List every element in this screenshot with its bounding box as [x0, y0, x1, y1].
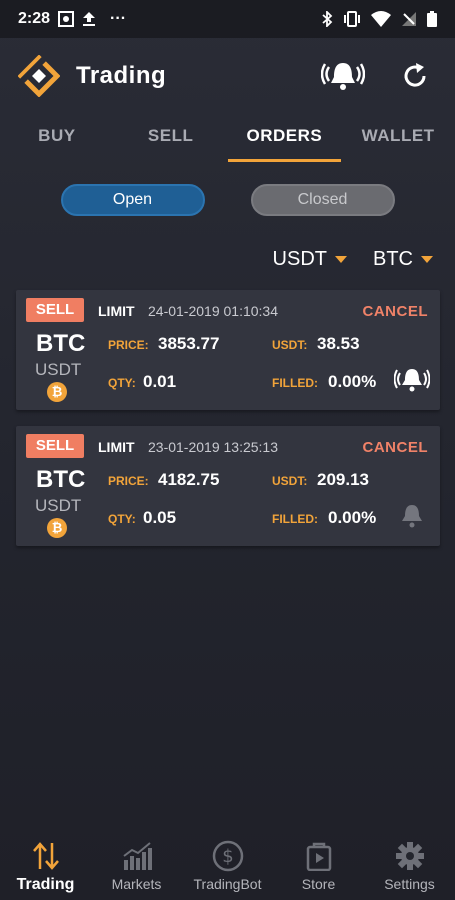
quote-currency-value: USDT — [272, 247, 327, 270]
price-label: PRICE: — [108, 474, 149, 488]
filled-label: FILLED: — [272, 512, 318, 526]
order-card[interactable]: SELL LIMIT 24-01-2019 01:10:34 CANCEL BT… — [16, 290, 440, 410]
wifi-icon — [371, 11, 391, 27]
order-quote-coin: USDT — [35, 496, 82, 515]
svg-text:$: $ — [222, 846, 233, 867]
order-alert-button[interactable] — [394, 502, 430, 530]
order-base-coin: BTC — [36, 466, 86, 493]
vibrate-icon — [344, 11, 360, 27]
order-date: 24-01-2019 01:10:34 — [148, 303, 278, 319]
order-alert-button[interactable] — [394, 366, 430, 394]
base-currency-value: BTC — [373, 247, 413, 270]
chevron-down-icon — [335, 255, 347, 263]
qty-value: 0.01 — [143, 372, 177, 391]
quote-currency-select[interactable]: USDT — [273, 248, 347, 271]
order-type: LIMIT — [98, 303, 135, 319]
nav-store[interactable]: Store — [273, 832, 364, 900]
total-label: USDT: — [272, 474, 308, 488]
qty-value: 0.05 — [143, 508, 177, 527]
markets-chart-icon — [121, 840, 153, 872]
nav-tradingbot[interactable]: $ TradingBot — [182, 832, 273, 900]
price-alerts-button[interactable] — [321, 54, 365, 98]
app-logo-icon — [18, 55, 60, 97]
refresh-button[interactable] — [393, 54, 437, 98]
base-currency-select[interactable]: BTC — [373, 248, 433, 271]
price-value: 3853.77 — [158, 334, 220, 353]
main-tabs: BUY SELL ORDERS WALLET — [0, 114, 455, 164]
nav-trading[interactable]: Trading — [0, 832, 91, 900]
filled-label: FILLED: — [272, 376, 318, 390]
total-value: 209.13 — [317, 470, 369, 489]
order-side-badge: SELL — [26, 298, 84, 322]
bottom-navigation: Trading Markets $ TradingBot Store Setti… — [0, 832, 455, 900]
ringing-bell-icon — [321, 63, 365, 90]
cancel-order-button[interactable]: CANCEL — [363, 439, 429, 456]
gear-icon — [394, 840, 426, 872]
bitcoin-icon: ₿ — [47, 382, 67, 402]
tab-wallet[interactable]: WALLET — [341, 114, 455, 164]
nav-label: TradingBot — [193, 876, 262, 892]
closed-orders-button[interactable]: Closed — [250, 184, 395, 216]
tab-sell[interactable]: SELL — [114, 114, 228, 164]
bell-icon — [402, 505, 422, 528]
qty-label: QTY: — [108, 512, 136, 526]
total-label: USDT: — [272, 338, 308, 352]
more-notifications: ··· — [110, 10, 127, 27]
battery-icon — [427, 11, 437, 27]
order-type: LIMIT — [98, 439, 135, 455]
tab-buy[interactable]: BUY — [0, 114, 114, 164]
filled-value: 0.00% — [328, 508, 377, 527]
order-status-filter: Open Closed — [0, 184, 455, 220]
order-card[interactable]: SELL LIMIT 23-01-2019 13:25:13 CANCEL BT… — [16, 426, 440, 546]
nav-label: Settings — [384, 876, 435, 892]
order-quote-coin: USDT — [35, 360, 82, 379]
ringing-bell-icon — [394, 369, 430, 392]
tab-orders[interactable]: ORDERS — [227, 114, 342, 164]
pair-selectors: USDT BTC — [273, 244, 433, 274]
price-value: 4182.75 — [158, 470, 220, 489]
store-bag-icon — [303, 840, 335, 872]
bluetooth-icon — [322, 11, 333, 27]
nav-markets[interactable]: Markets — [91, 832, 182, 900]
upload-icon — [83, 12, 96, 26]
order-date: 23-01-2019 13:25:13 — [148, 439, 278, 455]
nav-label: Markets — [111, 876, 162, 892]
qty-label: QTY: — [108, 376, 136, 390]
nav-label: Store — [301, 876, 336, 892]
cancel-order-button[interactable]: CANCEL — [363, 303, 429, 320]
order-base-coin: BTC — [36, 330, 86, 357]
nav-settings[interactable]: Settings — [364, 832, 455, 900]
nav-label: Trading — [16, 876, 75, 893]
order-side-badge: SELL — [26, 434, 84, 458]
app-title: Trading — [76, 62, 167, 89]
price-label: PRICE: — [108, 338, 149, 352]
open-orders-button[interactable]: Open — [60, 184, 205, 216]
total-value: 38.53 — [317, 334, 360, 353]
no-signal-icon — [402, 12, 416, 26]
bitcoin-icon: ₿ — [47, 518, 67, 538]
status-bar: 2:28 ··· — [0, 0, 455, 38]
trading-arrows-icon — [30, 840, 62, 872]
app-header: Trading — [0, 38, 455, 114]
dollar-circle-icon: $ — [212, 840, 244, 872]
cast-notification-icon — [58, 11, 75, 27]
filled-value: 0.00% — [328, 372, 377, 391]
status-time: 2:28 — [18, 10, 51, 27]
chevron-down-icon — [421, 255, 433, 263]
refresh-icon — [404, 63, 426, 87]
